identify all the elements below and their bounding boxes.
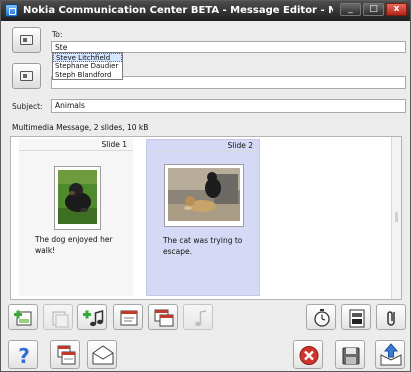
slide-caption: The cat was trying to escape. <box>163 236 243 256</box>
remove-audio-icon <box>195 310 207 327</box>
maximize-button[interactable]: □ <box>363 3 384 16</box>
add-slide-button[interactable] <box>8 304 38 330</box>
envelope-button[interactable] <box>87 340 117 369</box>
slide-header: Slide 1 <box>19 139 133 151</box>
slides-scrollbar[interactable] <box>391 137 401 299</box>
insert-image-button[interactable] <box>148 304 178 330</box>
save-to-document-button[interactable] <box>341 304 371 330</box>
save-button[interactable] <box>335 340 365 369</box>
attach-button[interactable] <box>376 304 406 330</box>
to-contacts-button[interactable] <box>12 27 41 53</box>
app-icon <box>5 4 18 17</box>
slide-1[interactable]: Slide 1 The dog enjoyed her walk! <box>19 139 133 296</box>
recipient-autocomplete-list: Steve Litchfield Stephane Daudier Steph … <box>52 52 123 80</box>
slide-number: Slide 1 <box>101 140 127 149</box>
subject-input[interactable]: Animals <box>51 99 406 113</box>
message-editor-window: Nokia Communication Center BETA - Messag… <box>0 0 411 372</box>
remove-audio-button[interactable] <box>183 304 213 330</box>
slide-number: Slide 2 <box>227 141 253 150</box>
save-document-icon <box>349 309 365 328</box>
send-icon <box>380 343 402 366</box>
minimize-button[interactable]: _ <box>340 3 361 16</box>
help-icon: ? <box>18 344 30 368</box>
insert-text-button[interactable] <box>113 304 143 330</box>
insert-text-icon <box>120 310 138 326</box>
slide-header: Slide 2 <box>147 140 259 152</box>
cat-dog-photo <box>164 164 244 227</box>
remove-slide-icon <box>52 311 69 328</box>
svg-text:?: ? <box>18 344 30 368</box>
send-button[interactable] <box>375 340 405 369</box>
contact-card-icon <box>20 71 33 81</box>
timer-icon <box>314 309 330 327</box>
remove-slide-button[interactable] <box>43 304 73 330</box>
add-slide-icon <box>14 310 32 326</box>
save-icon <box>342 347 360 365</box>
add-audio-icon <box>83 310 104 327</box>
preview-icon <box>57 345 76 365</box>
autocomplete-item[interactable]: Stephane Daudier <box>53 62 122 71</box>
timing-button[interactable] <box>306 304 336 330</box>
help-button[interactable]: ? <box>8 340 38 369</box>
to-label: To: <box>52 30 63 39</box>
contact-card-icon <box>20 35 33 45</box>
message-info: Multimedia Message, 2 slides, 10 kB <box>12 123 149 132</box>
slides-panel: Slide 1 The dog enjoyed her walk! Slide … <box>10 136 402 300</box>
dog-photo <box>54 166 101 230</box>
autocomplete-item[interactable]: Steve Litchfield <box>53 53 122 62</box>
close-window-button[interactable]: x <box>386 3 407 16</box>
slide-caption: The dog enjoyed her walk! <box>35 235 113 255</box>
window-title: Nokia Communication Center BETA - Messag… <box>23 5 333 16</box>
cancel-icon <box>299 346 319 365</box>
cancel-button[interactable] <box>293 340 323 369</box>
add-audio-button[interactable] <box>77 304 107 330</box>
cc-contacts-button[interactable] <box>12 63 41 89</box>
insert-image-icon <box>154 309 174 327</box>
envelope-icon <box>92 345 114 365</box>
title-bar: Nokia Communication Center BETA - Messag… <box>1 1 410 21</box>
slide-2[interactable]: Slide 2 The cat was trying to escape. <box>146 139 260 296</box>
preview-button[interactable] <box>50 340 80 369</box>
attach-icon <box>387 311 395 326</box>
subject-label: Subject: <box>12 102 43 111</box>
scrollbar-grip[interactable] <box>395 212 398 222</box>
autocomplete-item[interactable]: Steph Blandford <box>53 71 122 80</box>
